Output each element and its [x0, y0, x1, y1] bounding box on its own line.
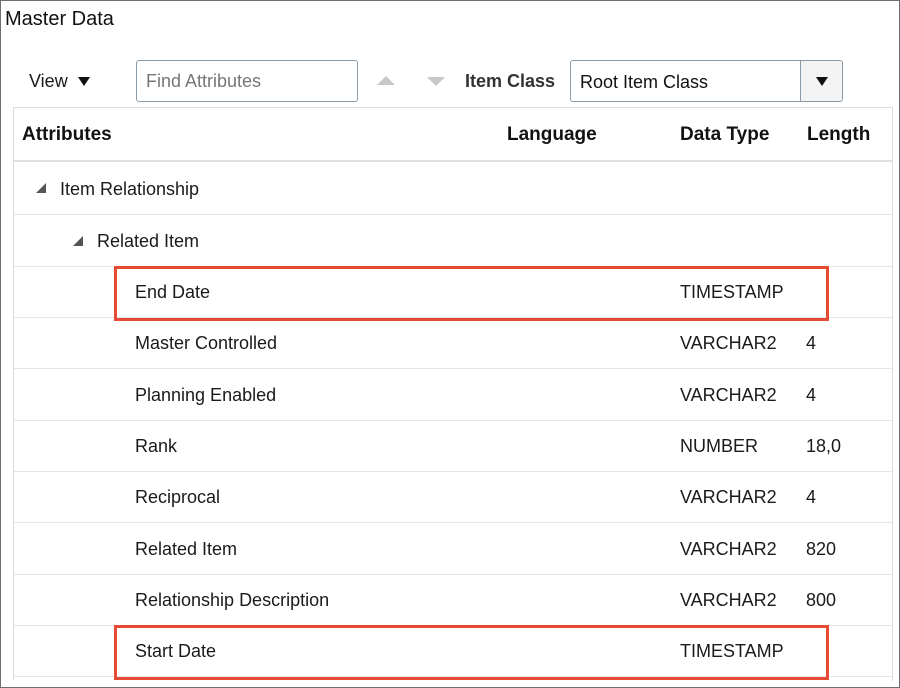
table-row[interactable]: Start Date TIMESTAMP	[14, 626, 892, 677]
cell-attribute: Start Date	[135, 641, 217, 661]
column-header-attributes[interactable]: Attributes	[22, 124, 112, 146]
cell-attribute: End Date	[135, 282, 211, 302]
table-row[interactable]: Planning Enabled VARCHAR2 4	[14, 370, 892, 421]
cell-attribute: Reciprocal	[135, 487, 221, 507]
tree-group-row[interactable]: Related Item	[14, 215, 892, 267]
tree-group-row[interactable]: Item Relationship	[14, 163, 892, 215]
cell-length: 800	[806, 590, 837, 610]
group-label: Item Relationship	[60, 179, 200, 199]
chevron-down-icon	[815, 76, 828, 86]
cell-data-type: TIMESTAMP	[680, 282, 784, 302]
table-row[interactable]: End Date TIMESTAMP	[14, 267, 892, 318]
column-header-length[interactable]: Length	[807, 124, 870, 146]
item-class-dropdown-button[interactable]	[800, 61, 842, 101]
cell-data-type: VARCHAR2	[680, 333, 777, 353]
item-class-selected-value: Root Item Class	[580, 72, 709, 92]
cell-attribute: Related Item	[135, 539, 238, 559]
cell-length: 4	[806, 487, 817, 507]
cell-attribute: Master Controlled	[135, 333, 278, 353]
column-header-language[interactable]: Language	[507, 124, 597, 146]
cell-data-type: VARCHAR2	[680, 590, 777, 610]
attributes-table: Attributes Language Data Type Length Ite…	[13, 107, 893, 681]
table-row[interactable]: Reciprocal VARCHAR2 4	[14, 472, 892, 523]
cell-attribute: Rank	[135, 436, 178, 456]
cell-data-type: VARCHAR2	[680, 385, 777, 405]
previous-match-icon[interactable]	[377, 76, 395, 85]
cell-data-type: TIMESTAMP	[680, 641, 784, 661]
cell-attribute: Planning Enabled	[135, 385, 277, 405]
item-class-label: Item Class	[465, 71, 556, 91]
cell-attribute: Relationship Description	[135, 590, 330, 610]
table-row[interactable]: Relationship Description VARCHAR2 800	[14, 575, 892, 626]
table-row[interactable]: Related Item VARCHAR2 820	[14, 524, 892, 575]
cell-length: 4	[806, 385, 817, 405]
collapse-triangle-icon[interactable]	[73, 236, 83, 246]
next-match-icon[interactable]	[427, 77, 445, 86]
caret-down-icon	[77, 77, 90, 86]
page-title: Master Data	[5, 8, 114, 30]
table-header: Attributes Language Data Type Length	[14, 108, 892, 162]
cell-length: 18,0	[806, 436, 842, 456]
find-attributes-input[interactable]	[136, 60, 358, 102]
cell-data-type: VARCHAR2	[680, 539, 777, 559]
master-data-panel: Master Data View Item Class Root Item Cl…	[0, 0, 900, 688]
view-menu-label: View	[29, 71, 68, 91]
collapse-triangle-icon[interactable]	[36, 183, 46, 193]
view-menu-button[interactable]: View	[29, 71, 90, 92]
table-row[interactable]: Master Controlled VARCHAR2 4	[14, 318, 892, 369]
cell-length: 820	[806, 539, 837, 559]
column-header-data-type[interactable]: Data Type	[680, 124, 769, 146]
cell-data-type: NUMBER	[680, 436, 759, 456]
cell-length: 4	[806, 333, 817, 353]
cell-data-type: VARCHAR2	[680, 487, 777, 507]
table-row[interactable]: Rank NUMBER 18,0	[14, 421, 892, 472]
group-label: Related Item	[97, 231, 200, 251]
item-class-select[interactable]: Root Item Class	[570, 60, 843, 102]
